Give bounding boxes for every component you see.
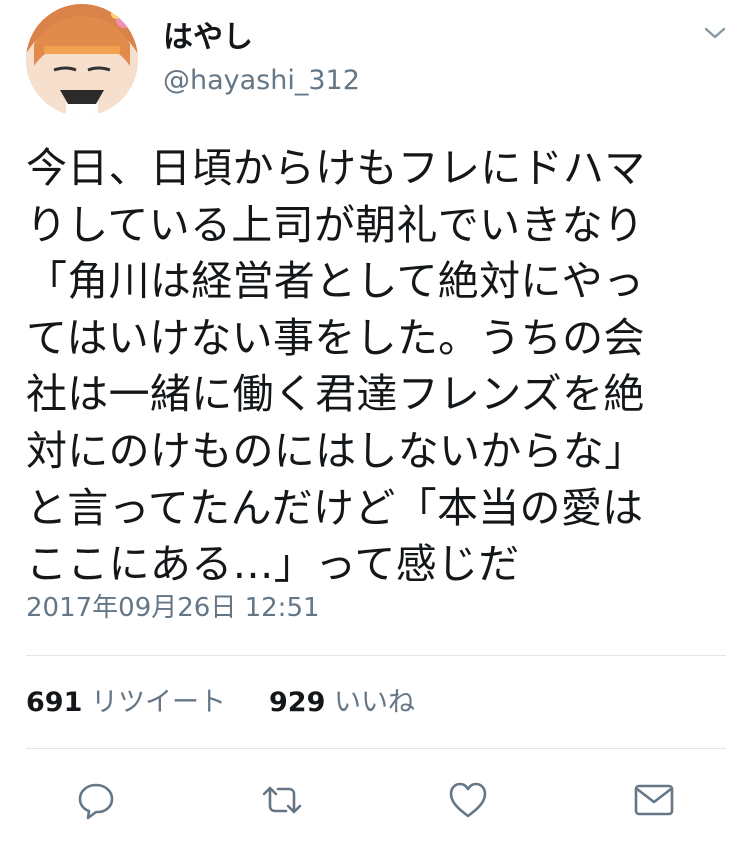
retweet-stat[interactable]: 691 リツイート	[26, 683, 226, 723]
avatar[interactable]	[26, 4, 138, 116]
retweet-count: 691	[26, 687, 83, 718]
tweet-text-line: 「角川は経営者として絶対にやっ	[26, 257, 645, 306]
retweet-icon[interactable]	[260, 778, 304, 822]
chevron-down-icon[interactable]	[702, 22, 728, 44]
like-count: 929	[269, 687, 326, 718]
tweet-timestamp[interactable]: 2017年09月26日 12:51	[26, 590, 320, 626]
like-label: いいね	[333, 687, 415, 718]
tweet-text-line: てはいけない事をした。うちの会	[26, 313, 645, 362]
tweet-text-line: と言ってたんだけど「本当の愛は	[26, 483, 644, 532]
heart-icon[interactable]	[446, 778, 490, 822]
tweet-text-line: 対にのけものにはしないからな」	[26, 426, 646, 475]
tweet-text-line: 社は一緒に働く君達フレンズを絶	[26, 370, 645, 419]
avatar-image	[26, 4, 138, 116]
tweet-text: 今日、日頃からけもフレにドハマ りしている上司が朝礼でいきなり 「角川は経営者と…	[26, 140, 726, 593]
reply-icon[interactable]	[74, 778, 118, 822]
tweet-header: はやし @hayashi_312	[0, 0, 750, 128]
tweet-text-line: 今日、日頃からけもフレにドハマ	[26, 144, 646, 192]
display-name[interactable]: はやし	[163, 18, 253, 58]
envelope-icon[interactable]	[632, 778, 676, 822]
retweet-label: リツイート	[90, 687, 226, 718]
divider	[26, 748, 726, 749]
tweet-text-line: ここにある…」って感じだ	[26, 540, 520, 589]
divider	[26, 655, 726, 656]
tweet-text-line: りしている上司が朝礼でいきなり	[26, 200, 645, 249]
user-handle[interactable]: @hayashi_312	[163, 63, 360, 99]
like-stat[interactable]: 929 いいね	[269, 683, 415, 723]
tweet-actions	[0, 770, 750, 830]
